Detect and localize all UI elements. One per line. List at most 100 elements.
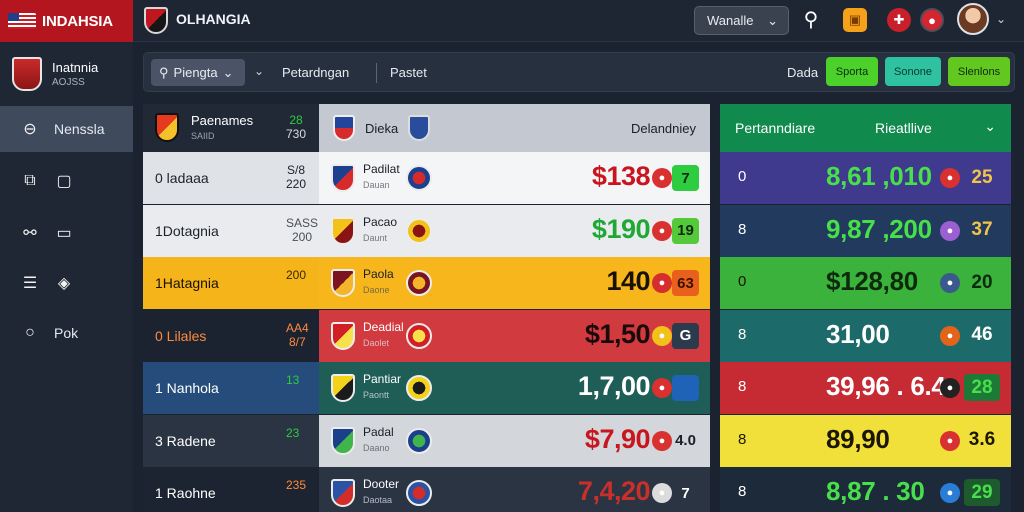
tab-petardngan[interactable]: Petardngan [282,65,349,80]
row-odds-badge[interactable]: 7 [672,165,699,191]
alert-icon[interactable]: ● [920,8,944,32]
row-price[interactable]: 140 [606,266,650,297]
search-icon[interactable]: ⚲ [799,7,823,31]
row-left: 1 Raohne 235 [143,467,319,512]
row-price[interactable]: $7,90 [585,424,651,455]
panel-row-value[interactable]: 8,87 . 30 [826,476,925,507]
row-match-sub: Daotaa [363,495,393,505]
panel-row[interactable]: 8 31,00 ● 46 [720,309,1011,362]
row-score-top: 23 [286,425,300,440]
sidebar-item-calendar[interactable]: ⧉ ▢ [0,158,133,204]
header-team2[interactable]: Delandniey [631,121,696,136]
row-left: 3 Radene 23 [143,414,319,467]
panel-row-value[interactable]: $128,80 [826,266,918,297]
row-right[interactable]: Paola Daone 140 ● 63 [319,257,710,309]
team-crest-icon [331,321,355,350]
header-team1[interactable]: Dieka [365,121,398,136]
chevron-down-icon[interactable]: ⌄ [996,12,1006,26]
sport-button[interactable]: Sporta [826,57,878,86]
row-left: 1Hatagnia 200 [143,257,319,309]
profile-crest-icon [12,57,42,91]
profile-subtitle: AOJSS [52,77,85,88]
tab-pastet[interactable]: Pastet [390,65,427,80]
table-row[interactable]: 0 Lilales AA4 8/7 Deadial Daolet $1,50 ●… [143,309,710,362]
sidebar-item-home[interactable]: ⊖ Nenssla [0,106,133,152]
slenlons-button[interactable]: Slenlons [948,57,1010,86]
row-odds-badge[interactable]: 4.0 [672,427,699,454]
row-team-name: 1Hatagnia [155,275,219,291]
sonone-button[interactable]: Sonone [885,57,941,86]
row-score-top: SASS [286,215,319,230]
panel-row[interactable]: 8 8,87 . 30 ● 29 [720,467,1011,512]
brand-logo[interactable]: INDAHSIA [0,0,133,42]
panel-row-badge[interactable]: 25 [964,164,1000,191]
table-row[interactable]: 1 Nanhola 13 Pantiar Paontt 1,7,00 ● [143,362,710,414]
table-row[interactable]: 1Dotagnia SASS 200 Pacao Daunt $190 ● 19 [143,204,710,257]
table-row[interactable]: 0 ladaaa S/8 220 Padilat Dauan $138 ● 7 [143,152,710,204]
table-row[interactable]: 1 Raohne 235 Dooter Daotaa 7,4,20 ● 7 [143,467,710,512]
row-price[interactable]: $1,50 [585,319,651,350]
gift-icon[interactable]: ▣ [843,8,867,32]
league-dropdown[interactable]: Wanalle ⌄ [694,6,789,35]
team-crest-icon [331,269,355,297]
panel-row[interactable]: 0 8,61 ,010 ● 25 [720,152,1011,204]
row-match: Padilat [363,162,400,176]
row-odds-badge[interactable]: 7 [672,480,699,506]
team-crest-icon [331,216,355,245]
row-price[interactable]: 7,4,20 [578,476,651,507]
table-row[interactable]: 3 Radene 23 Padal Daano $7,90 ● 4.0 [143,414,710,467]
row-price[interactable]: $138 [592,161,651,192]
panel-row-badge[interactable]: 20 [964,269,1000,296]
row-team-name: 1 Raohne [155,485,216,501]
row-right[interactable]: Pacao Daunt $190 ● 19 [319,204,710,257]
panel-row[interactable]: 0 $128,80 ● 20 [720,257,1011,309]
panel-row-badge[interactable]: 29 [964,479,1000,506]
panel-row-badge[interactable]: 37 [964,216,1000,244]
panel-row-index: 8 [738,483,747,500]
sidebar-item-link[interactable]: ⚯ ▭ [0,210,133,256]
club-crest-icon [144,7,168,34]
panel-row-value[interactable]: 89,90 [826,424,890,455]
avatar[interactable] [957,3,989,35]
row-odds-badge[interactable] [672,375,699,401]
panel-row-badge[interactable]: 3.6 [964,426,1000,454]
row-price[interactable]: $190 [592,214,651,245]
panel-row-badge[interactable]: 46 [964,321,1000,349]
panel-row[interactable]: 8 39,96 . 6.4 ● 28 [720,362,1011,414]
row-right[interactable]: Padal Daano $7,90 ● 4.0 [319,414,710,467]
sidebar-item-card[interactable]: ☰ ◈ [0,260,133,306]
row-match-sub: Daolet [363,337,390,348]
row-right[interactable]: Dooter Daotaa 7,4,20 ● 7 [319,467,710,512]
panel-row-badge[interactable]: 28 [964,374,1000,401]
row-right[interactable]: Padilat Dauan $138 ● 7 [319,152,710,204]
row-score-top: 13 [286,373,300,387]
panel-row-value[interactable]: 8,61 ,010 [826,161,932,192]
row-odds-badge[interactable]: 19 [672,217,699,244]
header-num-top: 28 [289,113,303,127]
sidebar-profile[interactable]: Inatnnia AOJSS [0,42,133,106]
sidebar-item-pok[interactable]: ○ Pok [0,310,133,356]
row-odds-badge[interactable]: G [672,322,699,349]
row-price[interactable]: 1,7,00 [578,371,651,402]
row-score-top: AA4 [286,320,309,335]
filter-dropdown[interactable]: ⚲ Piengta ⌄ [151,59,245,86]
header-num-bottom: 730 [286,127,307,141]
panel-row-value[interactable]: 31,00 [826,319,890,350]
team-logo-icon: ● [652,378,672,398]
table-row[interactable]: 1Hatagnia 200 Paola Daone 140 ● 63 [143,257,710,309]
row-odds-badge[interactable]: 63 [672,270,699,296]
flag-icon[interactable]: ✚ [887,8,911,32]
panel-header[interactable]: Pertanndiare Rieatllive ⌄ [720,104,1011,152]
circle-icon: ○ [25,324,35,341]
panel-row-value[interactable]: 39,96 . 6.4 [826,371,946,402]
league-dropdown-label: Wanalle [707,13,754,28]
chevron-down-icon[interactable]: ⌄ [254,64,264,78]
panel-row-value[interactable]: 9,87 ,200 [826,214,932,245]
row-right[interactable]: Deadial Daolet $1,50 ● G [319,309,710,362]
chevron-down-icon[interactable]: ⌄ [984,118,996,135]
panel-row[interactable]: 8 9,87 ,200 ● 37 [720,204,1011,257]
panel-row[interactable]: 8 89,90 ● 3.6 [720,414,1011,467]
team-crest-icon [331,374,355,402]
team-crest-icon [331,479,355,507]
row-right[interactable]: Pantiar Paontt 1,7,00 ● [319,362,710,414]
